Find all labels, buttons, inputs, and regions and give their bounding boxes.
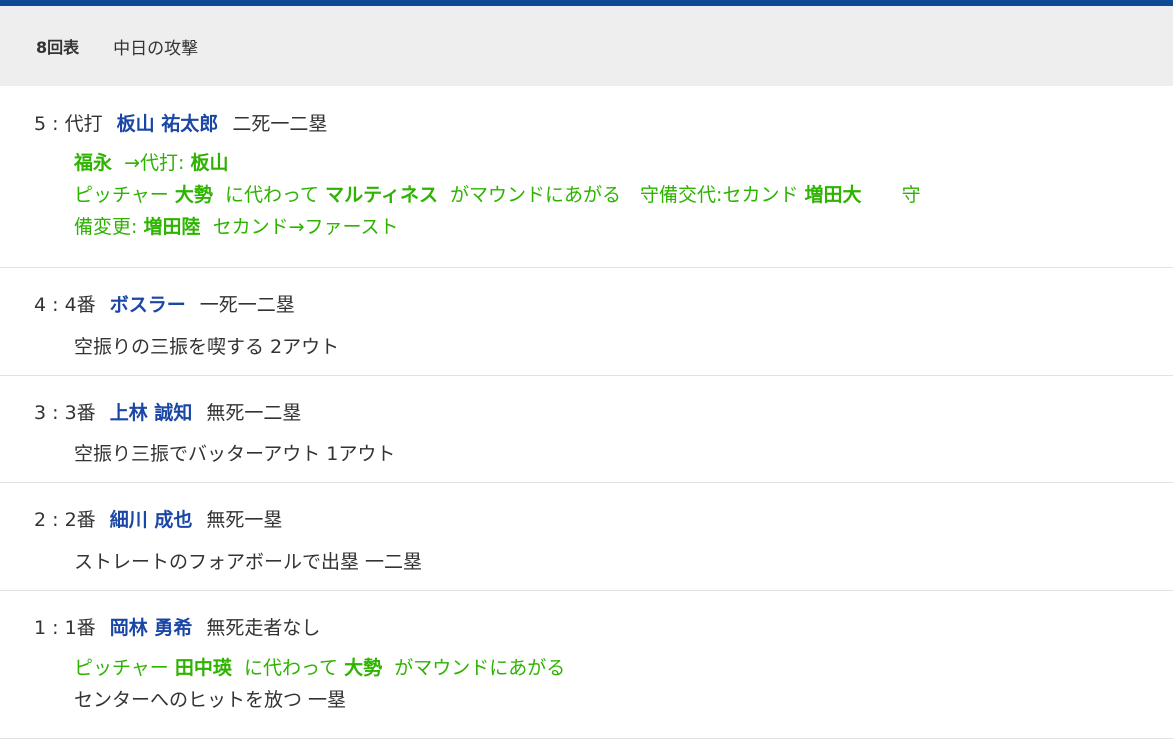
play-item-3: 3 : 3番 上林 誠知 無死一二塁 空振り三振でバッターアウト 1アウト <box>0 376 1173 483</box>
pitching-change-line: ピッチャー 大勢 に代わって マルティネス がマウンドにあがる 守備交代:セカン… <box>74 184 921 206</box>
runner-situation: 無死一二塁 <box>206 402 302 424</box>
play-number: 2 <box>34 509 47 531</box>
play-item-4: 4 : 4番 ボスラー 一死一二塁 空振りの三振を喫する 2アウト <box>0 268 1173 376</box>
play-item-1: 1 : 1番 岡林 勇希 無死走者なし ピッチャー 田中瑛 に代わって 大勢 が… <box>0 591 1173 739</box>
play-result: センターへのヒットを放つ 一塁 <box>74 689 347 711</box>
play-number: 5 <box>34 113 47 135</box>
sub-new-player: 板山 <box>190 152 229 174</box>
batting-order: 4番 <box>64 294 96 316</box>
attacking-team-label: 中日の攻撃 <box>113 38 199 59</box>
play-number: 1 <box>34 617 47 639</box>
play-header: 3 : 3番 上林 誠知 無死一二塁 <box>34 402 302 424</box>
batter-link[interactable]: 細川 成也 <box>110 509 193 531</box>
play-by-play-list: 5 : 代打 板山 祐太郎 二死一二塁 福永 →代打: 板山 ピッチャー 大勢 … <box>0 86 1173 739</box>
defensive-sub-player: 増田大 <box>804 184 862 206</box>
pitcher-in: 大勢 <box>344 657 383 679</box>
play-number: 4 <box>34 294 47 316</box>
batter-link[interactable]: ボスラー <box>110 294 186 316</box>
runner-situation: 無死一塁 <box>206 509 283 531</box>
play-header: 4 : 4番 ボスラー 一死一二塁 <box>34 294 295 316</box>
position-change-line: 備変更: 増田陸 セカンド→ファースト <box>74 216 399 238</box>
inning-label: 8回表 <box>36 38 80 57</box>
runner-situation: 二死一二塁 <box>232 113 328 135</box>
batter-link[interactable]: 板山 祐太郎 <box>117 113 219 135</box>
sub-pinch-label: →代打: <box>124 152 185 174</box>
pitcher-in: マルティネス <box>325 184 438 206</box>
sub-old-player: 福永 <box>74 152 113 174</box>
play-result: 空振りの三振を喫する 2アウト <box>74 336 340 358</box>
batting-order: 代打 <box>64 113 103 135</box>
play-header: 5 : 代打 板山 祐太郎 二死一二塁 <box>34 113 328 135</box>
runner-situation: 一死一二塁 <box>199 294 295 316</box>
batting-order: 1番 <box>64 617 96 639</box>
position-change-player: 増田陸 <box>143 216 201 238</box>
pitching-change-line: ピッチャー 田中瑛 に代わって 大勢 がマウンドにあがる <box>74 657 566 679</box>
batting-order: 2番 <box>64 509 96 531</box>
play-number: 3 <box>34 402 47 424</box>
batter-link[interactable]: 岡林 勇希 <box>110 617 193 639</box>
runner-situation: 無死走者なし <box>206 617 321 639</box>
pitcher-out: 大勢 <box>174 184 213 206</box>
play-result: ストレートのフォアボールで出塁 一二塁 <box>74 551 423 573</box>
play-header: 1 : 1番 岡林 勇希 無死走者なし <box>34 617 321 639</box>
inning-header: 8回表 中日の攻撃 <box>0 6 1173 86</box>
batter-link[interactable]: 上林 誠知 <box>110 402 193 424</box>
pitcher-out: 田中瑛 <box>174 657 232 679</box>
batting-order: 3番 <box>64 402 96 424</box>
substitution-line: 福永 →代打: 板山 <box>74 148 229 175</box>
play-result: 空振り三振でバッターアウト 1アウト <box>74 443 396 465</box>
play-header: 2 : 2番 細川 成也 無死一塁 <box>34 509 283 531</box>
play-item-5: 5 : 代打 板山 祐太郎 二死一二塁 福永 →代打: 板山 ピッチャー 大勢 … <box>0 86 1173 268</box>
play-item-2: 2 : 2番 細川 成也 無死一塁 ストレートのフォアボールで出塁 一二塁 <box>0 483 1173 591</box>
